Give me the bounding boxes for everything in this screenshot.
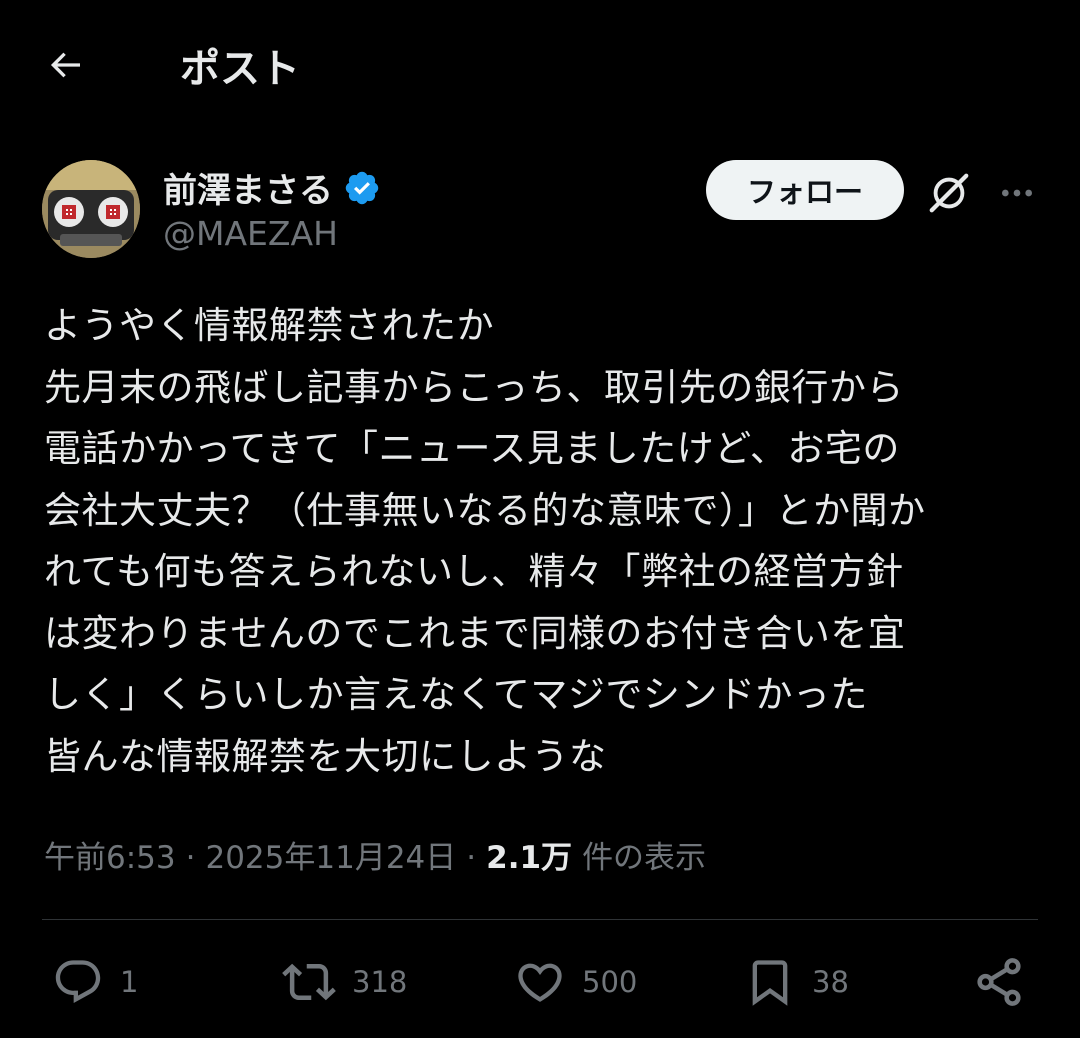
- divider: [42, 919, 1038, 920]
- tweet-time[interactable]: 午前6:53: [44, 832, 176, 877]
- grok-button[interactable]: [922, 166, 976, 220]
- author-name-row[interactable]: 前澤まさる: [163, 163, 381, 212]
- more-options-button[interactable]: [990, 166, 1044, 220]
- action-bar: 1 318 500 38: [0, 945, 1080, 1025]
- follow-button[interactable]: フォロー: [706, 160, 904, 220]
- reply-count: 1: [120, 965, 139, 999]
- like-count: 500: [582, 965, 638, 999]
- share-icon: [977, 958, 1021, 1006]
- view-count-label: 件の表示: [582, 840, 707, 876]
- reply-button[interactable]: 1: [52, 945, 138, 1019]
- bookmark-icon: [752, 960, 788, 1006]
- verified-badge-icon: [345, 171, 379, 204]
- like-button[interactable]: 500: [514, 945, 637, 1019]
- repost-button[interactable]: 318: [282, 945, 407, 1019]
- more-icon: [1002, 189, 1032, 197]
- tweet-date[interactable]: 2025年11月24日: [205, 832, 456, 877]
- tweet-meta: 午前6:53 · 2025年11月24日 · 2.1万 件の表示: [44, 832, 706, 877]
- meta-separator: ·: [185, 840, 196, 876]
- back-button[interactable]: [40, 40, 90, 90]
- repost-count: 318: [352, 965, 408, 999]
- page-title: ポスト: [180, 46, 300, 92]
- tweet-text: ようやく情報解禁されたか 先月末の飛ばし記事からこっち、取引先の銀行から 電話か…: [44, 304, 926, 778]
- like-icon: [518, 963, 562, 1002]
- meta-separator: ·: [466, 840, 477, 876]
- bookmark-button[interactable]: 38: [744, 945, 849, 1019]
- avatar-image: [42, 160, 140, 258]
- bookmark-count: 38: [812, 965, 849, 999]
- back-arrow-icon: [50, 52, 80, 78]
- avatar[interactable]: [42, 160, 140, 258]
- author-handle[interactable]: @MAEZAH: [163, 214, 338, 253]
- repost-icon: [282, 963, 336, 1001]
- grok-icon: [929, 173, 969, 213]
- reply-icon: [55, 960, 101, 1004]
- share-button[interactable]: [972, 945, 1026, 1019]
- view-count[interactable]: 2.1万: [486, 832, 572, 877]
- author-name[interactable]: 前澤まさる: [163, 163, 333, 212]
- top-bar: ポスト: [0, 0, 1080, 125]
